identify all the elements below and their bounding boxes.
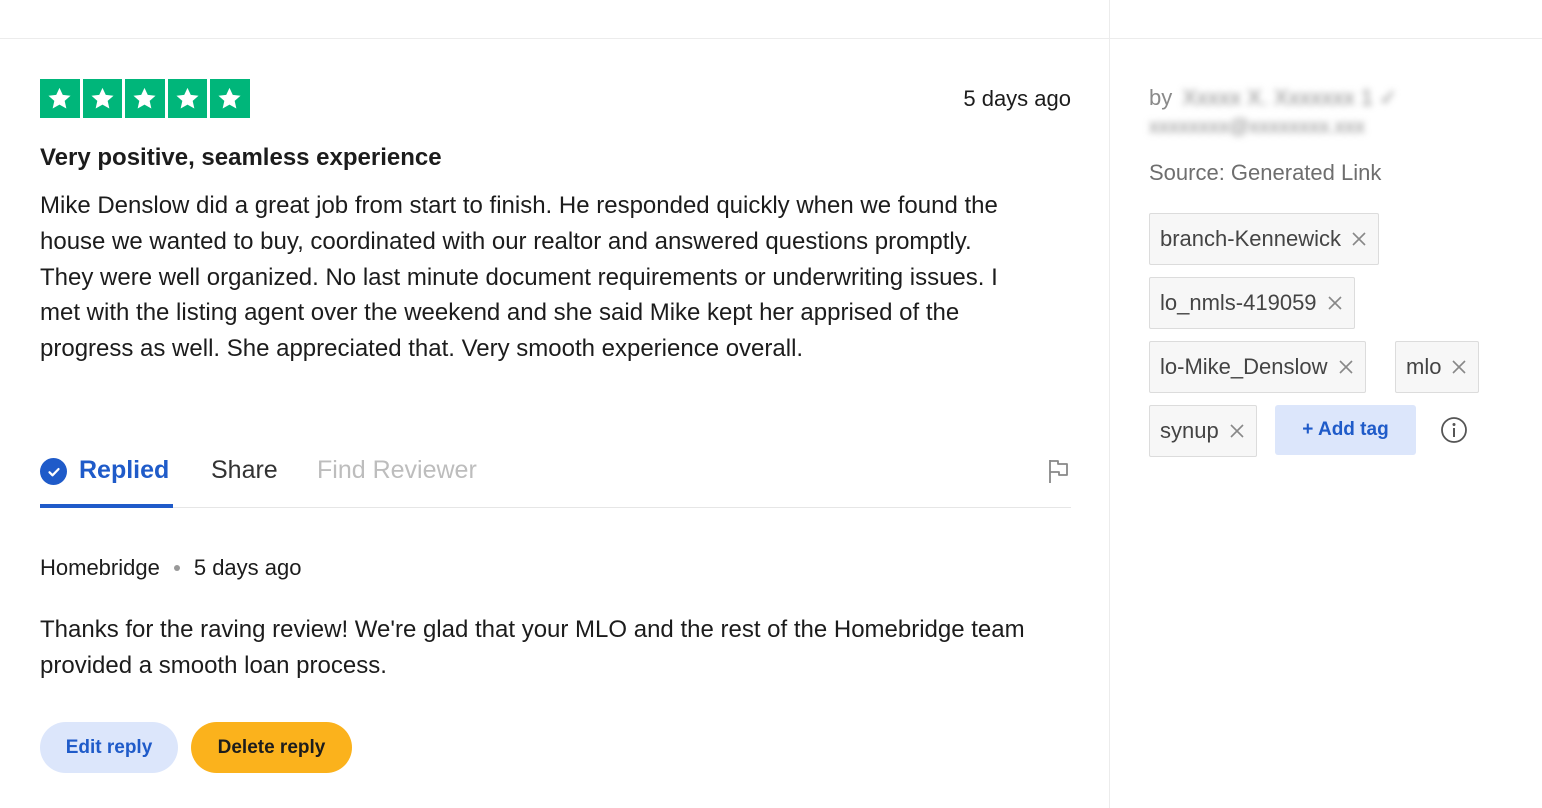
redacted-reviewer-email: xxxxxxxx@xxxxxxxx.xxx xyxy=(1149,116,1365,138)
star-rating xyxy=(40,79,250,118)
by-label: by xyxy=(1149,85,1173,110)
star-icon xyxy=(82,79,122,118)
review-title: Very positive, seamless experience xyxy=(40,144,442,171)
star-icon xyxy=(210,79,250,118)
close-icon[interactable] xyxy=(1337,358,1355,376)
tab-replied-label: Replied xyxy=(79,456,170,484)
close-icon[interactable] xyxy=(1350,230,1368,248)
reviewer-byline: by Xxxxx X. Xxxxxxx 1 ✓ xyxy=(1149,85,1398,111)
reply-text: Thanks for the raving review! We're glad… xyxy=(40,616,1025,679)
reply-meta: Homebridge 5 days ago xyxy=(40,555,301,581)
tag-label: lo-Mike_Denslow xyxy=(1160,354,1328,379)
review-date: 5 days ago xyxy=(963,86,1071,111)
flag-icon[interactable] xyxy=(1047,458,1071,484)
review-tabs: Replied Share Find Reviewer xyxy=(40,444,1071,508)
tag-label: lo_nmls-419059 xyxy=(1160,290,1317,315)
top-divider xyxy=(0,38,1542,39)
star-icon xyxy=(167,79,207,118)
delete-reply-button[interactable]: Delete reply xyxy=(191,722,352,773)
check-circle-icon xyxy=(40,458,67,485)
tag-chip[interactable]: lo_nmls-419059 xyxy=(1149,277,1355,329)
star-icon xyxy=(40,79,80,118)
close-icon[interactable] xyxy=(1450,358,1468,376)
tab-replied[interactable]: Replied xyxy=(40,456,173,508)
tag-chip[interactable]: mlo xyxy=(1395,341,1480,393)
tab-find-reviewer[interactable]: Find Reviewer xyxy=(317,456,477,508)
add-tag-button[interactable]: + Add tag xyxy=(1275,405,1416,455)
tag-chip[interactable]: branch-Kennewick xyxy=(1149,213,1379,265)
tag-chip[interactable]: synup xyxy=(1149,405,1257,457)
tag-label: branch-Kennewick xyxy=(1160,226,1341,251)
reply-date: 5 days ago xyxy=(193,555,302,580)
info-icon[interactable] xyxy=(1440,416,1468,444)
tag-chip[interactable]: lo-Mike_Denslow xyxy=(1149,341,1366,393)
tag-label: synup xyxy=(1160,418,1219,443)
redacted-reviewer-name: Xxxxx X. Xxxxxxx 1 ✓ xyxy=(1182,85,1398,110)
separator-dot xyxy=(173,565,180,571)
tag-label: mlo xyxy=(1406,354,1442,379)
reply-author: Homebridge xyxy=(40,555,160,580)
review-source: Source: Generated Link xyxy=(1149,160,1382,185)
star-icon xyxy=(125,79,165,118)
tab-share[interactable]: Share xyxy=(211,456,278,508)
close-icon[interactable] xyxy=(1326,294,1344,312)
review-body: Mike Denslow did a great job from start … xyxy=(40,192,998,363)
column-divider xyxy=(1109,0,1110,808)
edit-reply-button[interactable]: Edit reply xyxy=(40,722,178,773)
close-icon[interactable] xyxy=(1228,422,1246,440)
